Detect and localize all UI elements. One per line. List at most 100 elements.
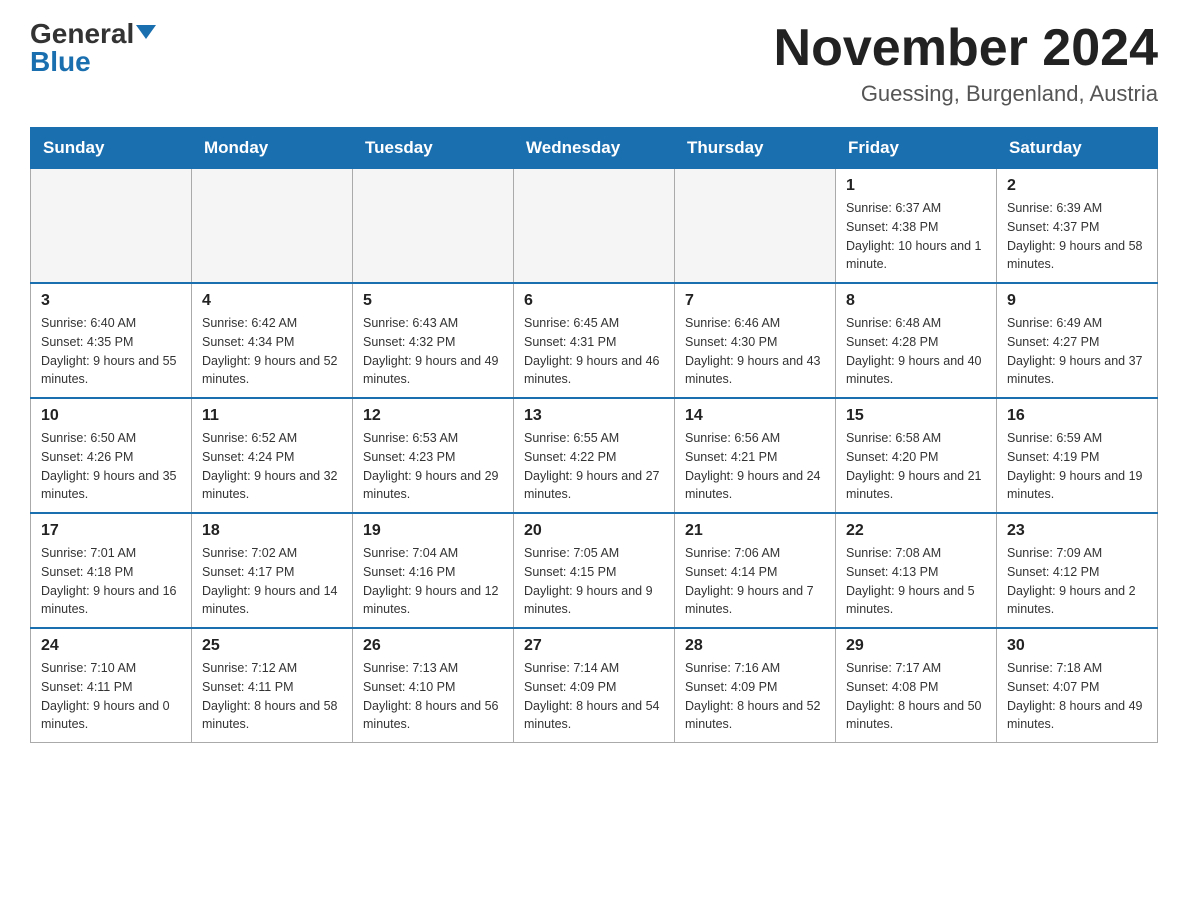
day-number: 21 [685,522,825,540]
calendar-cell: 8 Sunrise: 6:48 AMSunset: 4:28 PMDaylight… [836,283,997,398]
calendar-header-row: SundayMondayTuesdayWednesdayThursdayFrid… [31,128,1158,169]
calendar-cell: 21Sunrise: 7:06 AMSunset: 4:14 PMDayligh… [675,513,836,628]
calendar-cell: 18 Sunrise: 7:02 AMSunset: 4:17 PMDayligh… [192,513,353,628]
day-number: 26 [363,637,503,655]
calendar-cell: 27 Sunrise: 7:14 AMSunset: 4:09 PMDayligh… [514,628,675,743]
day-number: 10 [41,407,181,425]
logo-triangle-icon [136,25,156,39]
day-number: 16 [1007,407,1147,425]
calendar-cell: 4 Sunrise: 6:42 AMSunset: 4:34 PMDaylight… [192,283,353,398]
day-number: 6 [524,292,664,310]
day-info: Sunrise: 6:39 AMSunset: 4:37 PMDaylight:… [1007,199,1147,274]
day-number: 23 [1007,522,1147,540]
day-info: Sunrise: 6:42 AMSunset: 4:34 PMDaylight:… [202,314,342,389]
day-number: 29 [846,637,986,655]
calendar-cell [31,169,192,284]
day-number: 5 [363,292,503,310]
weekday-header-wednesday: Wednesday [514,128,675,169]
calendar-cell: 7 Sunrise: 6:46 AMSunset: 4:30 PMDaylight… [675,283,836,398]
day-info: Sunrise: 7:17 AMSunset: 4:08 PMDaylight:… [846,659,986,734]
calendar-cell: 20 Sunrise: 7:05 AMSunset: 4:15 PMDayligh… [514,513,675,628]
day-number: 2 [1007,177,1147,195]
day-number: 19 [363,522,503,540]
calendar-cell [675,169,836,284]
day-number: 20 [524,522,664,540]
day-info: Sunrise: 7:08 AMSunset: 4:13 PMDaylight:… [846,544,986,619]
calendar-week-row: 3Sunrise: 6:40 AMSunset: 4:35 PMDaylight… [31,283,1158,398]
calendar-cell: 5 Sunrise: 6:43 AMSunset: 4:32 PMDaylight… [353,283,514,398]
day-info: Sunrise: 7:01 AMSunset: 4:18 PMDaylight:… [41,544,181,619]
day-number: 14 [685,407,825,425]
day-info: Sunrise: 7:12 AMSunset: 4:11 PMDaylight:… [202,659,342,734]
calendar-cell: 11 Sunrise: 6:52 AMSunset: 4:24 PMDayligh… [192,398,353,513]
weekday-header-thursday: Thursday [675,128,836,169]
calendar-cell: 22 Sunrise: 7:08 AMSunset: 4:13 PMDayligh… [836,513,997,628]
day-info: Sunrise: 6:55 AMSunset: 4:22 PMDaylight:… [524,429,664,504]
calendar-cell: 15 Sunrise: 6:58 AMSunset: 4:20 PMDayligh… [836,398,997,513]
day-info: Sunrise: 6:49 AMSunset: 4:27 PMDaylight:… [1007,314,1147,389]
calendar-table: SundayMondayTuesdayWednesdayThursdayFrid… [30,127,1158,743]
calendar-cell [353,169,514,284]
calendar-cell: 19 Sunrise: 7:04 AMSunset: 4:16 PMDayligh… [353,513,514,628]
title-area: November 2024 Guessing, Burgenland, Aust… [774,20,1158,107]
day-info: Sunrise: 7:14 AMSunset: 4:09 PMDaylight:… [524,659,664,734]
day-info: Sunrise: 6:53 AMSunset: 4:23 PMDaylight:… [363,429,503,504]
calendar-cell: 29 Sunrise: 7:17 AMSunset: 4:08 PMDayligh… [836,628,997,743]
day-number: 17 [41,522,181,540]
day-info: Sunrise: 6:40 AMSunset: 4:35 PMDaylight:… [41,314,181,389]
calendar-cell: 10 Sunrise: 6:50 AMSunset: 4:26 PMDayligh… [31,398,192,513]
day-info: Sunrise: 6:43 AMSunset: 4:32 PMDaylight:… [363,314,503,389]
day-info: Sunrise: 6:50 AMSunset: 4:26 PMDaylight:… [41,429,181,504]
calendar-cell: 17 Sunrise: 7:01 AMSunset: 4:18 PMDayligh… [31,513,192,628]
day-info: Sunrise: 6:37 AMSunset: 4:38 PMDaylight:… [846,199,986,274]
logo: General Blue [30,20,156,76]
day-number: 15 [846,407,986,425]
calendar-cell: 9 Sunrise: 6:49 AMSunset: 4:27 PMDaylight… [997,283,1158,398]
day-info: Sunrise: 6:56 AMSunset: 4:21 PMDaylight:… [685,429,825,504]
day-info: Sunrise: 7:13 AMSunset: 4:10 PMDaylight:… [363,659,503,734]
day-info: Sunrise: 6:52 AMSunset: 4:24 PMDaylight:… [202,429,342,504]
logo-general-text: General [30,20,134,48]
calendar-cell: 1Sunrise: 6:37 AMSunset: 4:38 PMDaylight… [836,169,997,284]
day-info: Sunrise: 7:10 AMSunset: 4:11 PMDaylight:… [41,659,181,734]
calendar-cell: 2 Sunrise: 6:39 AMSunset: 4:37 PMDaylight… [997,169,1158,284]
day-info: Sunrise: 6:46 AMSunset: 4:30 PMDaylight:… [685,314,825,389]
day-info: Sunrise: 6:45 AMSunset: 4:31 PMDaylight:… [524,314,664,389]
day-number: 27 [524,637,664,655]
weekday-header-friday: Friday [836,128,997,169]
calendar-cell [514,169,675,284]
day-number: 7 [685,292,825,310]
day-info: Sunrise: 6:48 AMSunset: 4:28 PMDaylight:… [846,314,986,389]
day-info: Sunrise: 7:04 AMSunset: 4:16 PMDaylight:… [363,544,503,619]
day-number: 9 [1007,292,1147,310]
calendar-week-row: 17 Sunrise: 7:01 AMSunset: 4:18 PMDayligh… [31,513,1158,628]
calendar-cell: 28 Sunrise: 7:16 AMSunset: 4:09 PMDayligh… [675,628,836,743]
calendar-cell: 6 Sunrise: 6:45 AMSunset: 4:31 PMDaylight… [514,283,675,398]
month-title: November 2024 [774,20,1158,77]
calendar-cell: 13Sunrise: 6:55 AMSunset: 4:22 PMDayligh… [514,398,675,513]
day-info: Sunrise: 7:05 AMSunset: 4:15 PMDaylight:… [524,544,664,619]
calendar-cell: 24 Sunrise: 7:10 AMSunset: 4:11 PMDayligh… [31,628,192,743]
day-info: Sunrise: 7:02 AMSunset: 4:17 PMDaylight:… [202,544,342,619]
day-info: Sunrise: 6:58 AMSunset: 4:20 PMDaylight:… [846,429,986,504]
weekday-header-saturday: Saturday [997,128,1158,169]
day-info: Sunrise: 6:59 AMSunset: 4:19 PMDaylight:… [1007,429,1147,504]
day-number: 12 [363,407,503,425]
day-number: 24 [41,637,181,655]
day-info: Sunrise: 7:16 AMSunset: 4:09 PMDaylight:… [685,659,825,734]
calendar-cell [192,169,353,284]
weekday-header-tuesday: Tuesday [353,128,514,169]
day-number: 18 [202,522,342,540]
day-number: 4 [202,292,342,310]
calendar-week-row: 10 Sunrise: 6:50 AMSunset: 4:26 PMDayligh… [31,398,1158,513]
day-number: 30 [1007,637,1147,655]
day-number: 28 [685,637,825,655]
logo-blue-text: Blue [30,46,91,77]
day-number: 22 [846,522,986,540]
day-info: Sunrise: 7:18 AMSunset: 4:07 PMDaylight:… [1007,659,1147,734]
day-number: 8 [846,292,986,310]
calendar-cell: 3Sunrise: 6:40 AMSunset: 4:35 PMDaylight… [31,283,192,398]
calendar-cell: 26 Sunrise: 7:13 AMSunset: 4:10 PMDayligh… [353,628,514,743]
day-number: 11 [202,407,342,425]
calendar-week-row: 1Sunrise: 6:37 AMSunset: 4:38 PMDaylight… [31,169,1158,284]
